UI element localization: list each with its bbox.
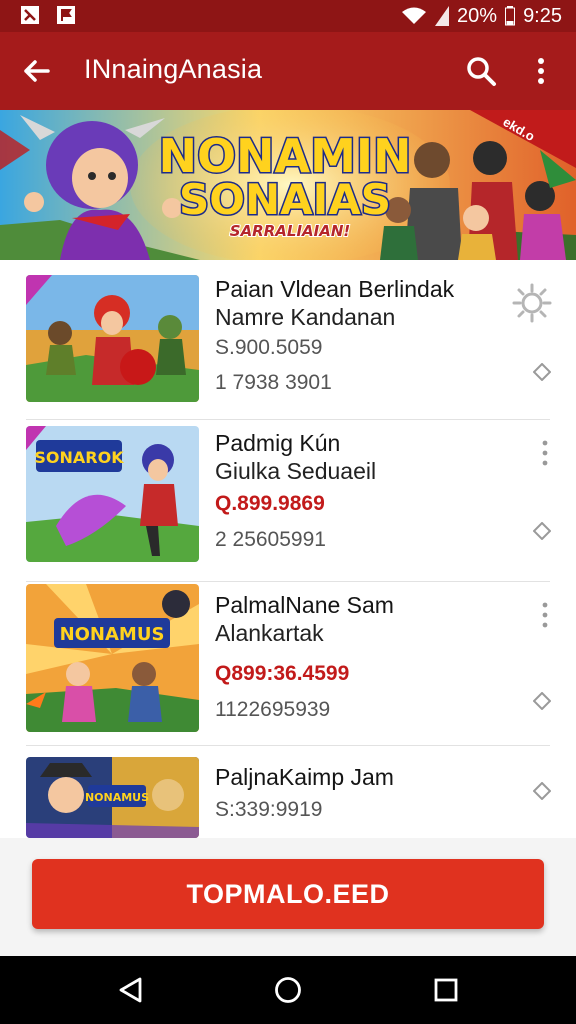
game-thumbnail: NONAMUS xyxy=(26,757,199,838)
system-nav-bar xyxy=(0,956,576,1024)
item-price: Q899:36.4599 xyxy=(215,662,350,685)
thumbnail-badge: NONAMUS xyxy=(85,791,149,804)
thumbnail-badge: NONAMUS xyxy=(60,624,165,645)
signal-icon xyxy=(435,6,450,26)
more-vert-icon[interactable] xyxy=(538,439,552,467)
game-thumbnail xyxy=(26,275,199,402)
nav-home-icon[interactable] xyxy=(273,975,303,1005)
back-arrow-icon[interactable] xyxy=(20,54,54,88)
item-title: PalmalNane Sam xyxy=(215,592,394,618)
item-meta: 1 7938 3901 xyxy=(215,371,332,394)
flag-icon xyxy=(57,6,75,24)
gear-icon[interactable] xyxy=(511,282,553,324)
game-thumbnail: NONAMUS xyxy=(26,584,199,732)
battery-icon xyxy=(505,6,516,26)
nav-back-icon[interactable] xyxy=(116,975,146,1005)
item-title: Paian Vldean Berlindak xyxy=(215,276,455,302)
item-subtitle: Namre Kandanan xyxy=(215,304,396,330)
clock: 9:25 xyxy=(523,4,562,27)
item-title: PaljnaKaimp Jam xyxy=(215,764,394,790)
banner-headline-2: SONAIAS xyxy=(179,175,391,224)
search-icon[interactable] xyxy=(464,54,498,88)
item-meta: 1122695939 xyxy=(215,698,331,721)
favorite-diamond-icon[interactable] xyxy=(533,782,551,800)
app-title: INnaingAnasia xyxy=(84,54,263,84)
list-item[interactable]: NONAMUS PalmalNane Sam Alankartak Q899:3… xyxy=(0,582,576,746)
banner-tagline: SARRALIAIAN! xyxy=(230,222,350,240)
favorite-diamond-icon[interactable] xyxy=(533,363,551,381)
battery-text: 20% xyxy=(457,4,498,27)
list-item[interactable]: SONAROK Padmig Kún Giulka Seduaeil Q.899… xyxy=(0,420,576,582)
favorite-diamond-icon[interactable] xyxy=(533,692,551,710)
bottom-action-area: TOPMALO.EED xyxy=(0,838,576,956)
list-item[interactable]: Paian Vldean Berlindak Namre Kandanan S.… xyxy=(0,260,576,420)
item-price: S:339:9919 xyxy=(215,798,323,821)
primary-action-button[interactable]: TOPMALO.EED xyxy=(32,859,544,929)
item-price: Q.899.9869 xyxy=(215,492,325,515)
item-subtitle: Alankartak xyxy=(215,620,324,646)
app-bar: INnaingAnasia xyxy=(0,32,576,110)
nav-recents-icon[interactable] xyxy=(431,975,461,1005)
item-title: Padmig Kún xyxy=(215,430,341,456)
more-vert-icon[interactable] xyxy=(538,601,552,629)
item-meta: 2 25605991 xyxy=(215,528,326,551)
item-price: S.900.5059 xyxy=(215,336,323,359)
favorite-diamond-icon[interactable] xyxy=(533,522,551,540)
promo-banner[interactable]: ekd.o NONAMIN SONAIAS SARRALIAIAN! xyxy=(0,110,576,260)
wifi-icon xyxy=(402,7,427,24)
notification-icon xyxy=(21,6,39,24)
thumbnail-badge: SONAROK xyxy=(34,448,124,467)
game-thumbnail: SONAROK xyxy=(26,426,199,562)
overflow-menu-icon[interactable] xyxy=(526,54,556,88)
game-list: Paian Vldean Berlindak Namre Kandanan S.… xyxy=(0,260,576,838)
item-subtitle: Giulka Seduaeil xyxy=(215,458,377,484)
list-item[interactable]: NONAMUS PaljnaKaimp Jam S:339:9919 xyxy=(0,746,576,838)
status-bar: 20% 9:25 xyxy=(0,0,576,32)
banner-artwork: ekd.o NONAMIN SONAIAS SARRALIAIAN! xyxy=(0,110,576,260)
